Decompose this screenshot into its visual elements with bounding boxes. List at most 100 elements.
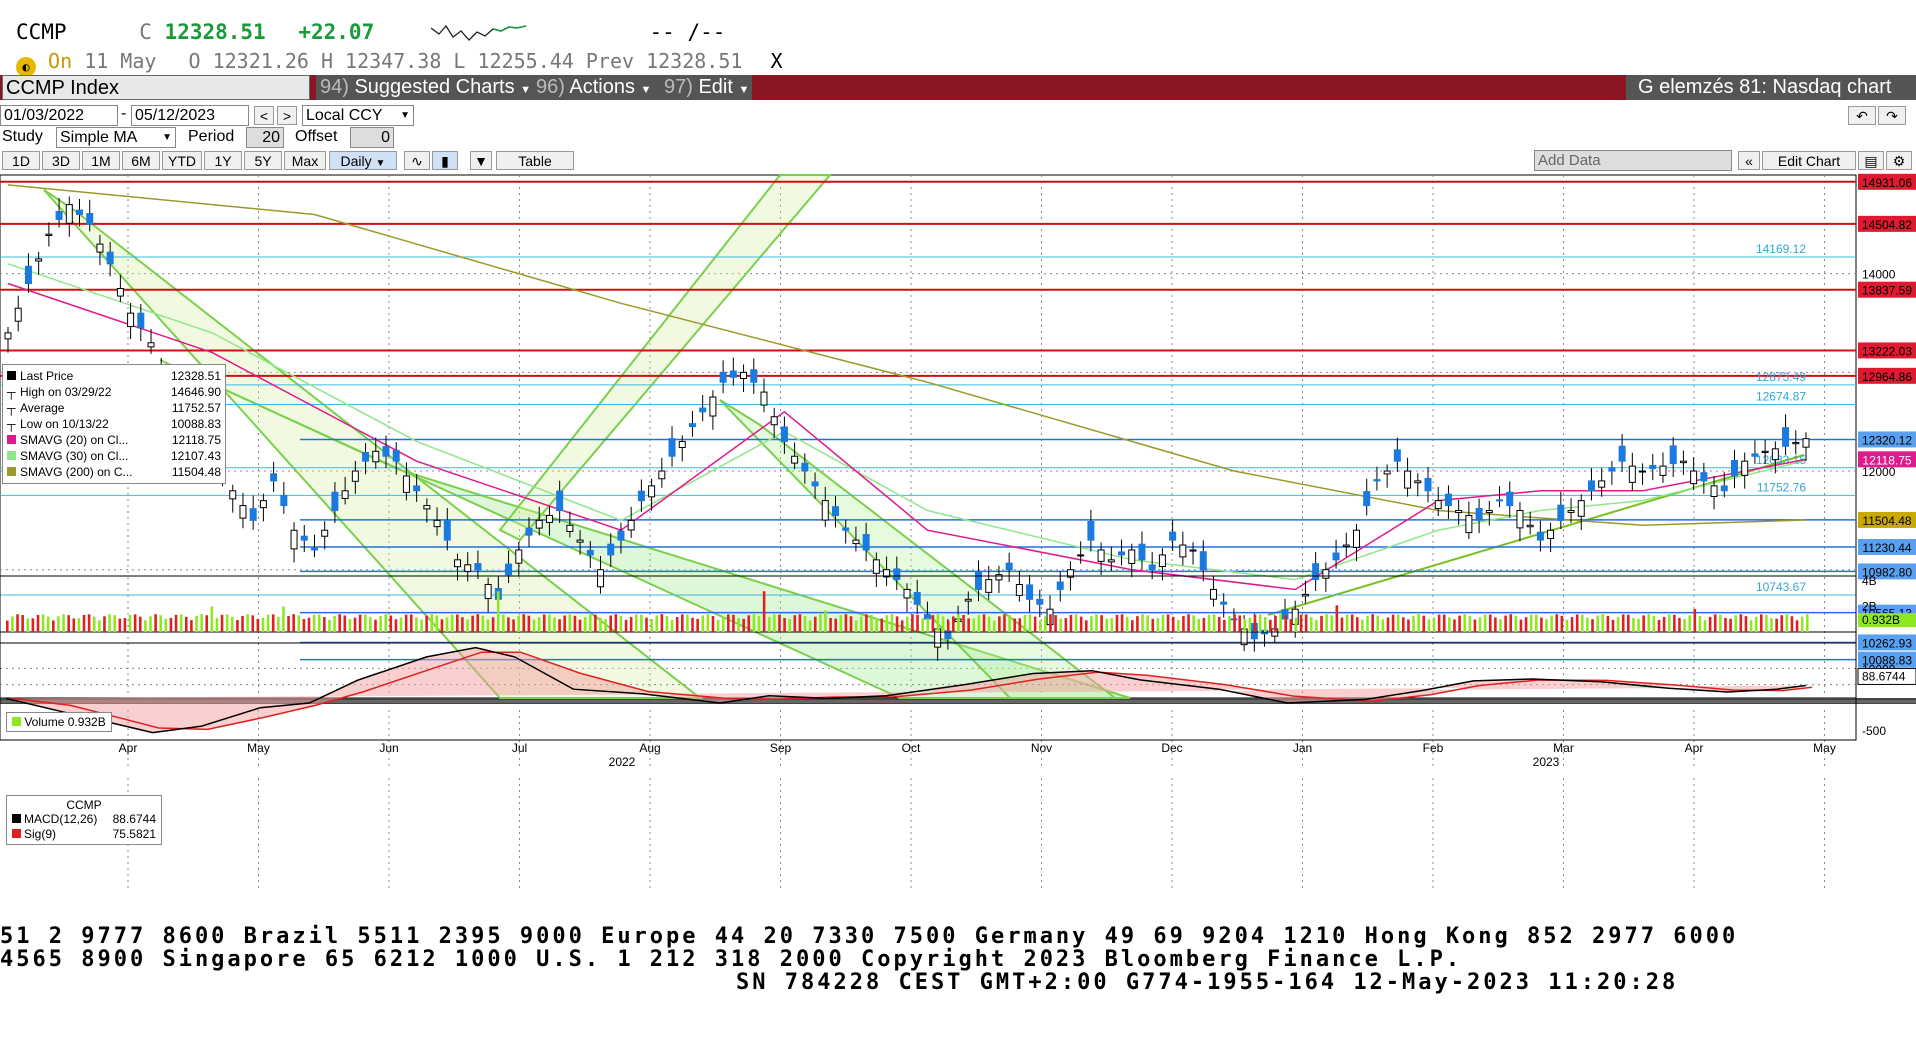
- candle-body: [331, 491, 339, 512]
- legend-row[interactable]: SMAVG (200) on C... 11504.48: [7, 464, 221, 480]
- price-legend[interactable]: Last Price 12328.51 ┬ High on 03/29/22 14646…: [2, 364, 226, 484]
- volume-swatch: [12, 717, 21, 726]
- chart-type-dropdown[interactable]: ▼: [470, 151, 492, 170]
- legend-row[interactable]: ┬ Low on 10/13/22 10088.83: [7, 416, 221, 432]
- gauge-icon[interactable]: ◐: [16, 57, 36, 77]
- range-ytd[interactable]: YTD: [162, 151, 202, 170]
- study-select[interactable]: Simple MA ▼: [56, 127, 176, 148]
- candle-body: [86, 213, 94, 225]
- offset-field[interactable]: 0: [350, 127, 394, 148]
- volume-bar: [762, 591, 766, 632]
- range-6m[interactable]: 6M: [122, 151, 160, 170]
- red-level-label: 12964.86: [1862, 370, 1912, 384]
- volume-bar: [11, 616, 14, 632]
- volume-bar: [527, 615, 531, 632]
- volume-bar: [31, 618, 35, 632]
- volume-bar: [476, 614, 480, 632]
- candle-body: [372, 450, 380, 463]
- volume-bar: [16, 614, 19, 632]
- volume-bar: [271, 614, 275, 632]
- undo-button[interactable]: ↶: [1848, 106, 1876, 125]
- close-x-button[interactable]: X: [770, 49, 782, 73]
- volume-bar: [1473, 619, 1477, 632]
- macd-legend-row[interactable]: MACD(12,26) 88.6744: [12, 812, 156, 827]
- volume-bar: [409, 614, 413, 632]
- candle-chart-icon[interactable]: ▮: [432, 151, 458, 170]
- currency-select[interactable]: Local CCY ▼: [302, 105, 414, 126]
- volume-bar: [1795, 620, 1799, 632]
- range-3d[interactable]: 3D: [42, 151, 80, 170]
- gear-icon[interactable]: ⚙: [1886, 151, 1912, 170]
- volume-bar: [256, 618, 260, 632]
- volume-bar: [1729, 618, 1732, 632]
- period-field[interactable]: 20: [246, 127, 284, 148]
- volume-bar: [778, 614, 781, 632]
- collapse-icon[interactable]: «: [1738, 151, 1760, 170]
- candle-body: [1730, 459, 1738, 477]
- start-date-field[interactable]: 01/03/2022: [0, 105, 118, 126]
- volume-bar: [1417, 614, 1420, 632]
- volume-bar: [1228, 616, 1231, 632]
- volume-bar: [650, 619, 653, 632]
- prev-value: Prev 12328.51: [585, 49, 743, 73]
- volume-bar: [1059, 618, 1063, 632]
- y-tick-label: 14000: [1862, 268, 1896, 282]
- range-5y[interactable]: 5Y: [244, 151, 282, 170]
- fib-level-label: 12873.49: [1756, 370, 1806, 384]
- range-1y[interactable]: 1Y: [204, 151, 242, 170]
- range-max[interactable]: Max: [284, 151, 326, 170]
- table-button[interactable]: Table: [496, 151, 574, 170]
- volume-bar: [440, 619, 444, 632]
- candle-body: [1015, 584, 1023, 596]
- legend-row[interactable]: ┬ High on 03/29/22 14646.90: [7, 384, 221, 400]
- volume-bar: [1683, 618, 1686, 632]
- candle-body: [1761, 450, 1769, 454]
- volume-bar: [941, 616, 945, 632]
- candle-body: [1659, 465, 1667, 476]
- date-value: 11 May: [84, 49, 157, 73]
- suggested-charts-button[interactable]: 94) Suggested Charts ▼: [316, 75, 532, 100]
- candle-body: [780, 426, 788, 442]
- edit-chart-button[interactable]: Edit Chart: [1762, 151, 1856, 170]
- security-field[interactable]: CCMP Index: [2, 75, 310, 100]
- volume-bar: [62, 614, 65, 632]
- edit-button[interactable]: 97) Edit ▼: [660, 75, 752, 100]
- frequency-select[interactable]: Daily ▼: [329, 151, 397, 170]
- low-value: L 12255.44: [453, 49, 574, 73]
- volume-bar: [1806, 614, 1809, 632]
- volume-bar: [195, 616, 198, 632]
- candle-body: [1342, 544, 1350, 547]
- candle-body: [454, 559, 461, 568]
- actions-button[interactable]: 96) Actions ▼: [532, 75, 660, 100]
- volume-bar: [404, 614, 408, 632]
- macd-legend[interactable]: CCMP MACD(12,26) 88.6744 Sig(9) 75.5821: [6, 795, 162, 845]
- next-period-button[interactable]: >: [277, 106, 297, 125]
- volume-bar: [1785, 614, 1789, 632]
- candle-body: [545, 514, 553, 523]
- range-1d[interactable]: 1D: [2, 151, 40, 170]
- volume-legend[interactable]: Volume 0.932B: [6, 712, 112, 732]
- legend-row[interactable]: SMAVG (20) on Cl... 12118.75: [7, 432, 221, 448]
- volume-bar: [1299, 614, 1303, 632]
- volume-bar: [675, 616, 679, 632]
- range-1m[interactable]: 1M: [82, 151, 120, 170]
- volume-bar: [456, 614, 459, 632]
- volume-bar: [1673, 614, 1676, 632]
- candle-body: [1741, 460, 1749, 476]
- price-chart[interactable]: 14169.1212873.4912674.8712033.1511752.76…: [0, 170, 1916, 970]
- candle-body: [1536, 531, 1544, 541]
- legend-row[interactable]: ┬ Average 11752.57: [7, 400, 221, 416]
- line-chart-icon[interactable]: ∿: [404, 151, 430, 170]
- redo-button[interactable]: ↷: [1878, 106, 1906, 125]
- prev-period-button[interactable]: <: [254, 106, 274, 125]
- volume-bar: [977, 615, 981, 632]
- volume-bar: [865, 614, 868, 632]
- volume-bar: [1478, 617, 1482, 632]
- macd-legend-row[interactable]: Sig(9) 75.5821: [12, 827, 156, 842]
- chart-settings-icon[interactable]: ▤: [1858, 151, 1884, 170]
- legend-row[interactable]: SMAVG (30) on Cl... 12107.43: [7, 448, 221, 464]
- legend-row[interactable]: Last Price 12328.51: [7, 368, 221, 384]
- end-date-field[interactable]: 05/12/2023: [131, 105, 249, 126]
- add-data-field[interactable]: Add Data: [1534, 150, 1732, 171]
- volume-bar: [41, 614, 45, 632]
